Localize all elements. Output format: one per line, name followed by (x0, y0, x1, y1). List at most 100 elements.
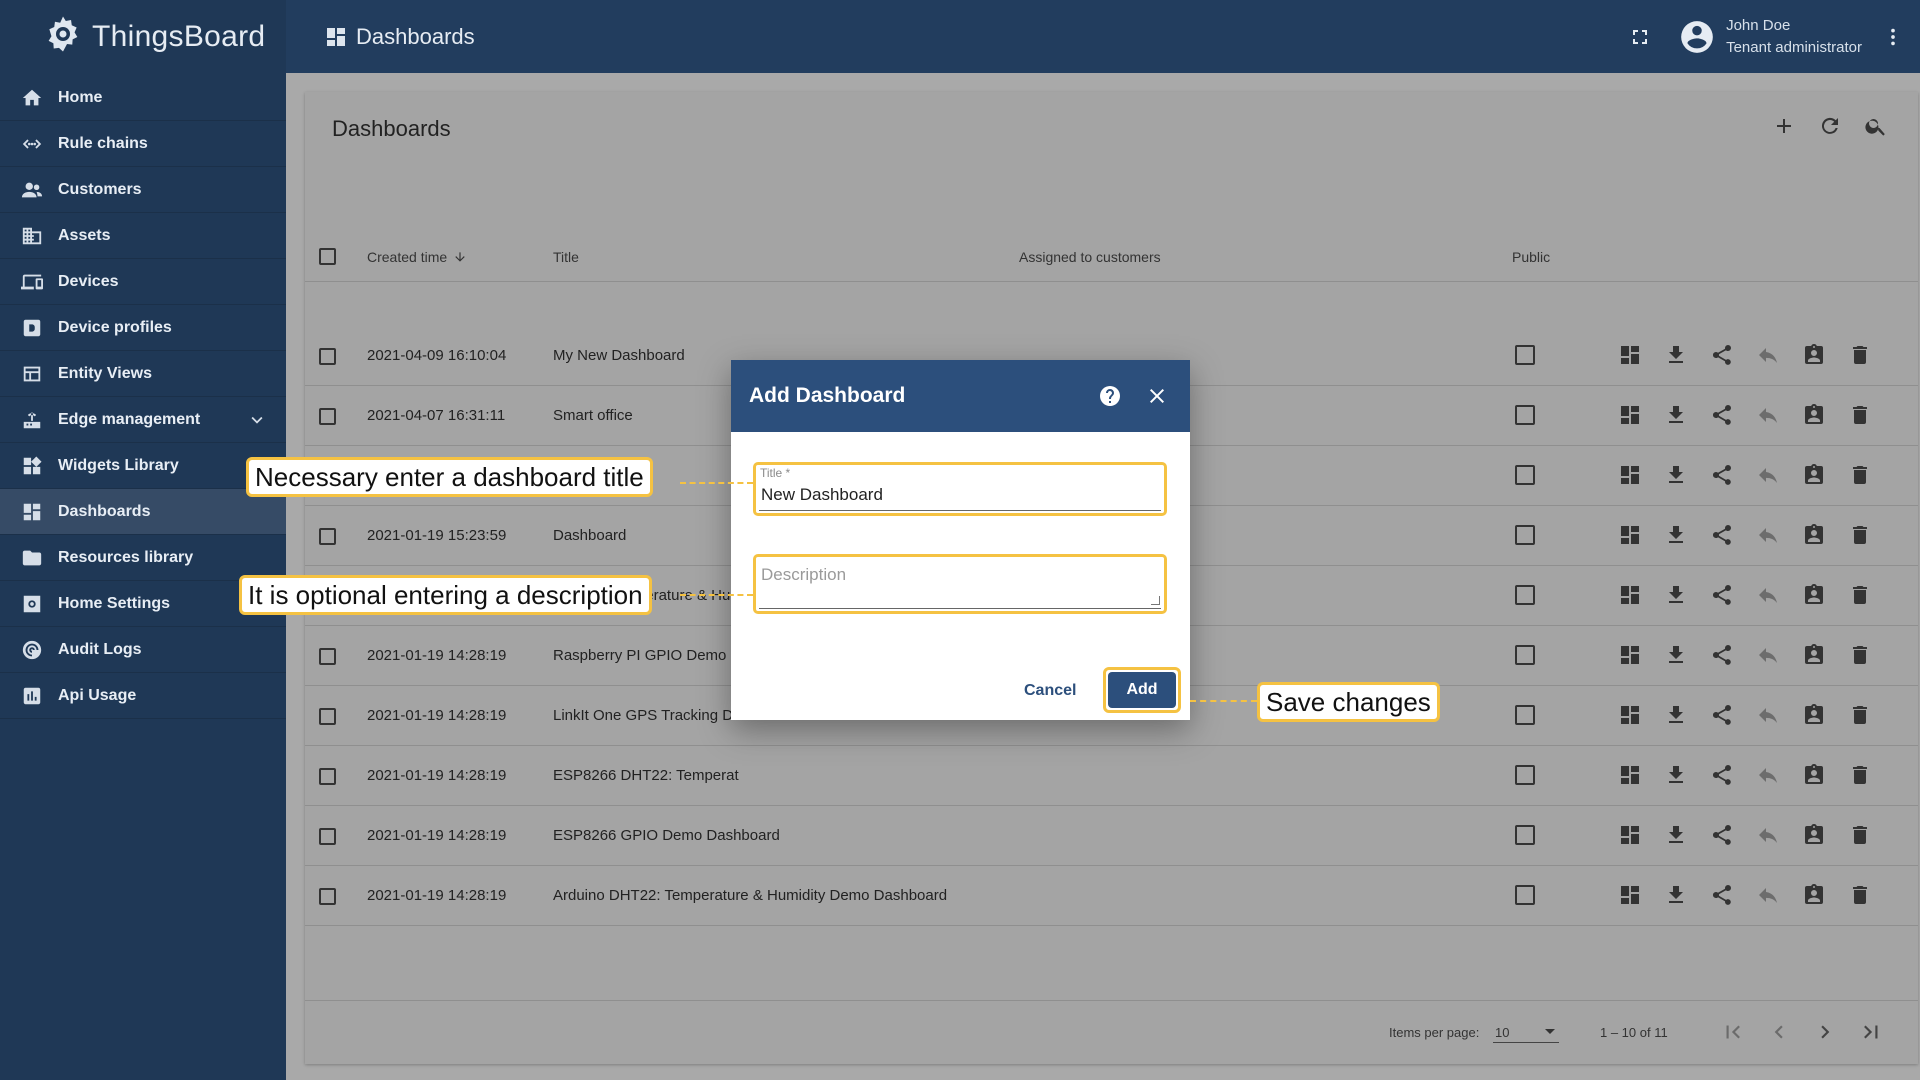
column-title[interactable]: Title (553, 249, 579, 265)
sidebar-item-home[interactable]: Home (0, 75, 286, 121)
sidebar-item-edge-management[interactable]: Edge management (0, 397, 286, 443)
delete-icon[interactable] (1848, 883, 1872, 907)
make-private-icon[interactable] (1756, 823, 1780, 847)
help-icon[interactable] (1098, 384, 1122, 408)
share-icon[interactable] (1710, 583, 1734, 607)
sidebar-item-entity-views[interactable]: Entity Views (0, 351, 286, 397)
public-checkbox[interactable] (1515, 825, 1535, 845)
refresh-icon[interactable] (1818, 114, 1842, 138)
sidebar-item-audit-logs[interactable]: Audit Logs (0, 627, 286, 673)
description-field[interactable]: Description (753, 554, 1167, 614)
assign-customers-icon[interactable] (1802, 823, 1826, 847)
sidebar-item-dashboards[interactable]: Dashboards (0, 489, 286, 535)
delete-icon[interactable] (1848, 643, 1872, 667)
sidebar-item-api-usage[interactable]: Api Usage (0, 673, 286, 719)
public-checkbox[interactable] (1515, 405, 1535, 425)
assign-customers-icon[interactable] (1802, 763, 1826, 787)
row-checkbox[interactable] (319, 408, 336, 425)
public-checkbox[interactable] (1515, 765, 1535, 785)
delete-icon[interactable] (1848, 703, 1872, 727)
sidebar-item-rule-chains[interactable]: Rule chains (0, 121, 286, 167)
delete-icon[interactable] (1848, 463, 1872, 487)
delete-icon[interactable] (1848, 403, 1872, 427)
app-logo[interactable]: ThingsBoard (0, 0, 286, 73)
export-icon[interactable] (1664, 643, 1688, 667)
share-icon[interactable] (1710, 823, 1734, 847)
table-row[interactable]: 2021-01-19 14:28:19 Arduino DHT22: Temper… (305, 866, 1918, 926)
add-button[interactable]: Add (1108, 672, 1176, 708)
assign-customers-icon[interactable] (1802, 583, 1826, 607)
title-field[interactable]: Title * New Dashboard (753, 462, 1167, 516)
public-checkbox[interactable] (1515, 585, 1535, 605)
sidebar-item-device-profiles[interactable]: Device profiles (0, 305, 286, 351)
row-checkbox[interactable] (319, 888, 336, 905)
open-dashboard-icon[interactable] (1618, 703, 1642, 727)
table-row[interactable]: 2021-01-19 14:28:19 ESP8266 DHT22: Temper… (305, 746, 1918, 806)
open-dashboard-icon[interactable] (1618, 343, 1642, 367)
public-checkbox[interactable] (1515, 525, 1535, 545)
open-dashboard-icon[interactable] (1618, 523, 1642, 547)
make-private-icon[interactable] (1756, 883, 1780, 907)
export-icon[interactable] (1664, 343, 1688, 367)
more-vert-icon[interactable] (1882, 26, 1904, 48)
make-private-icon[interactable] (1756, 403, 1780, 427)
open-dashboard-icon[interactable] (1618, 643, 1642, 667)
search-icon[interactable] (1864, 114, 1888, 138)
public-checkbox[interactable] (1515, 345, 1535, 365)
assign-customers-icon[interactable] (1802, 703, 1826, 727)
previous-page-icon[interactable] (1766, 1019, 1792, 1045)
delete-icon[interactable] (1848, 583, 1872, 607)
make-private-icon[interactable] (1756, 463, 1780, 487)
share-icon[interactable] (1710, 763, 1734, 787)
share-icon[interactable] (1710, 523, 1734, 547)
delete-icon[interactable] (1848, 763, 1872, 787)
export-icon[interactable] (1664, 823, 1688, 847)
user-avatar-icon[interactable] (1678, 18, 1716, 56)
first-page-icon[interactable] (1720, 1019, 1746, 1045)
public-checkbox[interactable] (1515, 885, 1535, 905)
column-public[interactable]: Public (1512, 249, 1550, 265)
make-private-icon[interactable] (1756, 583, 1780, 607)
column-created-time[interactable]: Created time (367, 249, 467, 265)
share-icon[interactable] (1710, 703, 1734, 727)
share-icon[interactable] (1710, 343, 1734, 367)
row-checkbox[interactable] (319, 348, 336, 365)
assign-customers-icon[interactable] (1802, 643, 1826, 667)
export-icon[interactable] (1664, 703, 1688, 727)
items-per-page-select[interactable]: 10 (1493, 1019, 1559, 1043)
row-checkbox[interactable] (319, 828, 336, 845)
table-row[interactable]: 2021-01-19 14:28:19 ESP8266 GPIO Demo Das… (305, 806, 1918, 866)
delete-icon[interactable] (1848, 523, 1872, 547)
public-checkbox[interactable] (1515, 465, 1535, 485)
select-all-checkbox[interactable] (319, 248, 336, 265)
fullscreen-icon[interactable] (1628, 25, 1652, 49)
export-icon[interactable] (1664, 883, 1688, 907)
assign-customers-icon[interactable] (1802, 463, 1826, 487)
open-dashboard-icon[interactable] (1618, 763, 1642, 787)
make-private-icon[interactable] (1756, 643, 1780, 667)
open-dashboard-icon[interactable] (1618, 463, 1642, 487)
open-dashboard-icon[interactable] (1618, 883, 1642, 907)
make-private-icon[interactable] (1756, 343, 1780, 367)
delete-icon[interactable] (1848, 343, 1872, 367)
row-checkbox[interactable] (319, 528, 336, 545)
sidebar-item-customers[interactable]: Customers (0, 167, 286, 213)
export-icon[interactable] (1664, 583, 1688, 607)
open-dashboard-icon[interactable] (1618, 583, 1642, 607)
assign-customers-icon[interactable] (1802, 523, 1826, 547)
sidebar-item-devices[interactable]: Devices (0, 259, 286, 305)
next-page-icon[interactable] (1812, 1019, 1838, 1045)
assign-customers-icon[interactable] (1802, 883, 1826, 907)
user-info[interactable]: John Doe Tenant administrator (1726, 15, 1862, 59)
share-icon[interactable] (1710, 643, 1734, 667)
export-icon[interactable] (1664, 523, 1688, 547)
export-icon[interactable] (1664, 403, 1688, 427)
title-field-value[interactable]: New Dashboard (761, 485, 883, 505)
assign-customers-icon[interactable] (1802, 403, 1826, 427)
export-icon[interactable] (1664, 763, 1688, 787)
row-checkbox[interactable] (319, 768, 336, 785)
close-icon[interactable] (1145, 384, 1169, 408)
public-checkbox[interactable] (1515, 705, 1535, 725)
row-checkbox[interactable] (319, 708, 336, 725)
row-checkbox[interactable] (319, 648, 336, 665)
